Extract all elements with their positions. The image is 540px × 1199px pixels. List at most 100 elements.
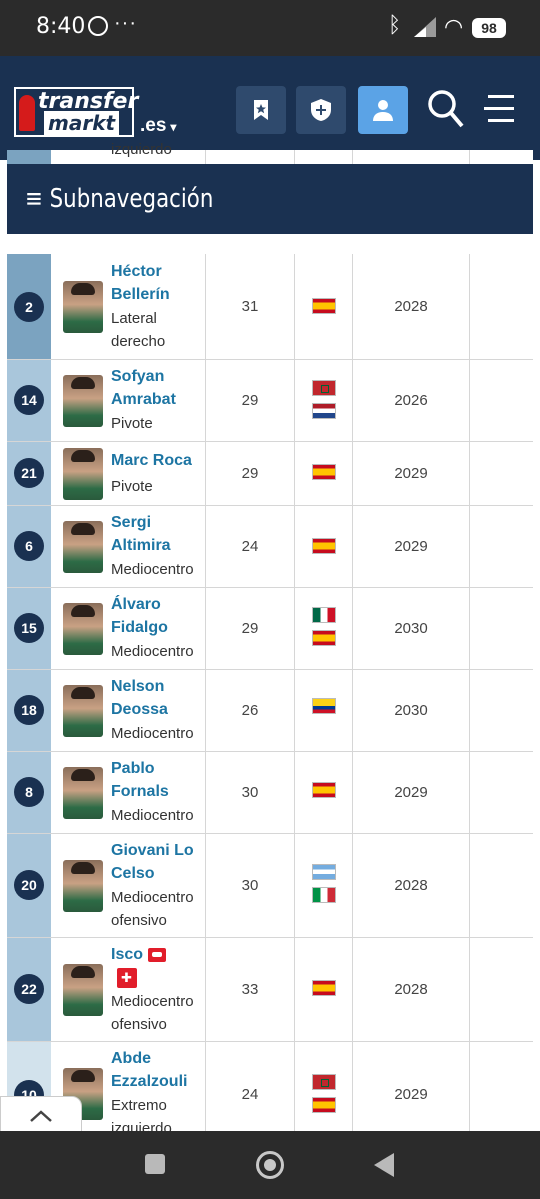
clock: 8:40	[36, 14, 86, 39]
position-text: Mediocentro	[111, 993, 194, 1010]
shirt-number: 22	[14, 974, 44, 1004]
player-cell: Héctor Bellerín Lateral derecho	[51, 254, 206, 359]
position-text: Mediocentro	[111, 561, 194, 578]
search-icon[interactable]	[426, 86, 466, 130]
subnavigation-label: ≡ Subnavegación	[25, 184, 213, 214]
shirt-number: 18	[14, 695, 44, 725]
player-photo[interactable]	[63, 767, 103, 819]
italy-flag-icon	[312, 887, 336, 903]
spain-flag-icon	[312, 1097, 336, 1113]
spain-flag-icon	[312, 538, 336, 554]
subnavigation-text: Subnavegación	[49, 184, 214, 214]
signal-icon	[414, 17, 436, 37]
table-row[interactable]: 20 Giovani Lo Celso Mediocentro ofensivo…	[7, 834, 533, 938]
system-navigation-bar	[0, 1131, 540, 1199]
red-card-icon[interactable]	[148, 948, 166, 962]
player-name-link[interactable]: Giovani Lo	[111, 839, 203, 862]
menu-lines-icon: ≡	[25, 184, 50, 214]
club-button[interactable]	[296, 86, 346, 134]
spain-flag-icon	[312, 464, 336, 480]
position-text: Lateral	[111, 310, 157, 327]
table-row[interactable]: 15 Álvaro Fidalgo Mediocentro 29 2030	[7, 588, 533, 670]
contract-cell: 2029	[353, 752, 470, 833]
player-photo[interactable]	[63, 375, 103, 427]
player-photo[interactable]	[63, 685, 103, 737]
nationality-cell	[295, 938, 353, 1041]
table-row[interactable]: 2 Héctor Bellerín Lateral derecho 31 202…	[7, 254, 533, 360]
player-name-link[interactable]: Amrabat	[111, 388, 203, 411]
table-row[interactable]: 22 Isco Mediocentro ofensivo 33 2028	[7, 938, 533, 1042]
contract-cell: 2026	[353, 360, 470, 441]
player-name-link[interactable]: Altimira	[111, 534, 203, 557]
scroll-to-top-button[interactable]	[0, 1096, 82, 1136]
player-name-link[interactable]: Fidalgo	[111, 616, 203, 639]
transfermarkt-logo[interactable]: transfer markt	[14, 87, 138, 137]
table-row[interactable]: 6 Sergi Altimira Mediocentro 24 2029	[7, 506, 533, 588]
player-photo[interactable]	[63, 964, 103, 1016]
injury-icon[interactable]	[117, 968, 137, 988]
logo-text-bottom: markt	[44, 111, 120, 135]
netherlands-flag-icon	[312, 403, 336, 419]
position-text: ofensivo	[111, 912, 167, 929]
wifi-icon: ◠	[444, 14, 464, 39]
domain-label: .es	[140, 115, 167, 136]
player-name-link[interactable]: Nelson	[111, 675, 203, 698]
hamburger-menu-icon[interactable]	[484, 94, 518, 124]
colombia-flag-icon	[312, 698, 336, 714]
nationality-cell	[295, 670, 353, 751]
number-cell: 20	[7, 834, 51, 937]
table-row[interactable]: 8 Pablo Fornals Mediocentro 30 2029	[7, 752, 533, 834]
player-name-link[interactable]: Isco	[111, 943, 145, 966]
number-cell: 2	[7, 254, 51, 359]
mexico-flag-icon	[312, 607, 336, 623]
chevron-up-icon	[30, 1110, 52, 1122]
player-name-link[interactable]: Fornals	[111, 780, 203, 803]
position-text: Mediocentro	[111, 643, 194, 660]
table-row[interactable]: 14 Sofyan Amrabat Pivote 29 2026	[7, 360, 533, 442]
number-cell: 6	[7, 506, 51, 587]
position-text: Pivote	[111, 478, 153, 495]
position-text: Mediocentro	[111, 889, 194, 906]
player-name-link[interactable]: Pablo	[111, 757, 203, 780]
player-name-link[interactable]: Bellerín	[111, 283, 203, 306]
table-row[interactable]: 18 Nelson Deossa Mediocentro 26 2030	[7, 670, 533, 752]
contract-cell: 2028	[353, 834, 470, 937]
player-name-link[interactable]: Álvaro	[111, 593, 203, 616]
age-cell: 29	[206, 360, 295, 441]
player-name-link[interactable]: Sofyan	[111, 365, 203, 388]
player-photo[interactable]	[63, 860, 103, 912]
account-button[interactable]	[358, 86, 408, 134]
player-cell: Pablo Fornals Mediocentro	[51, 752, 206, 833]
user-icon	[373, 100, 393, 121]
recent-apps-icon[interactable]	[145, 1154, 165, 1174]
age-cell: 26	[206, 670, 295, 751]
back-icon[interactable]	[374, 1153, 394, 1177]
spain-flag-icon	[312, 630, 336, 646]
player-name-link[interactable]: Ezzalzouli	[111, 1070, 203, 1093]
player-cell: Isco Mediocentro ofensivo	[51, 938, 206, 1041]
home-icon[interactable]	[256, 1151, 284, 1179]
player-name-link[interactable]: Celso	[111, 862, 203, 885]
player-name-link[interactable]: Abde	[111, 1047, 203, 1070]
subnavigation-bar[interactable]: ≡ Subnavegación	[7, 164, 533, 234]
player-photo[interactable]	[63, 521, 103, 573]
nationality-cell	[295, 834, 353, 937]
player-name-link[interactable]: Marc Roca	[111, 449, 203, 472]
player-name-link[interactable]: Héctor	[111, 260, 203, 283]
player-photo[interactable]	[63, 281, 103, 333]
table-row[interactable]: 21 Marc Roca Pivote 29 2029	[7, 442, 533, 506]
player-photo[interactable]	[63, 603, 103, 655]
spain-flag-icon	[312, 782, 336, 798]
battery-icon: 98	[472, 18, 506, 38]
shirt-number: 15	[14, 613, 44, 643]
player-name-link[interactable]: Deossa	[111, 698, 203, 721]
domain-selector[interactable]: .es ▾	[140, 115, 176, 137]
nationality-cell	[295, 588, 353, 669]
position-text: Extremo	[111, 1097, 167, 1114]
contract-cell: 2028	[353, 254, 470, 359]
player-photo[interactable]	[63, 448, 103, 500]
player-name-link[interactable]: Sergi	[111, 511, 203, 534]
bookmark-button[interactable]	[236, 86, 286, 134]
nationality-cell	[295, 254, 353, 359]
shield-plus-icon	[311, 99, 331, 121]
